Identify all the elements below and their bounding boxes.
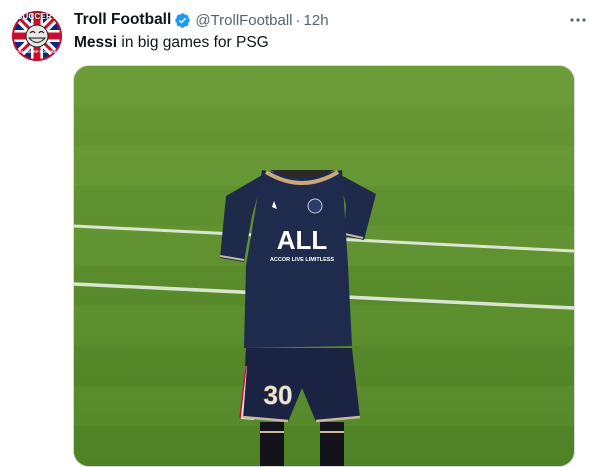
separator: · bbox=[295, 11, 301, 29]
avatar-text-bottom: ROYAL DERP FOOTBALL bbox=[12, 49, 62, 54]
more-options-icon[interactable] bbox=[566, 8, 590, 32]
avatar[interactable]: SUCCERT ROYAL DERP FOOTBALL bbox=[12, 11, 62, 61]
timestamp[interactable]: 12h bbox=[304, 12, 329, 29]
headless-jersey-photo: ALL ACCOR LIVE LIMITLESS 30 bbox=[74, 66, 574, 466]
tweet-text-rest: in big games for PSG bbox=[117, 34, 269, 51]
avatar-text-top: SUCCERT bbox=[16, 12, 58, 21]
shorts-number: 30 bbox=[264, 380, 293, 410]
jersey-sponsor-text: ALL bbox=[277, 225, 328, 255]
tweet[interactable]: SUCCERT ROYAL DERP FOOTBALL Troll Footba… bbox=[0, 0, 600, 467]
tweet-text: Messi in big games for PSG bbox=[74, 33, 269, 53]
handle[interactable]: @TrollFootball bbox=[195, 12, 292, 29]
tweet-text-bold: Messi bbox=[74, 34, 118, 51]
display-name[interactable]: Troll Football bbox=[74, 11, 171, 29]
jersey-sponsor-subtext: ACCOR LIVE LIMITLESS bbox=[270, 257, 335, 263]
tweet-header: Troll Football @TrollFootball · 12h bbox=[74, 10, 329, 30]
tweet-media-image[interactable]: ALL ACCOR LIVE LIMITLESS 30 bbox=[73, 65, 575, 467]
verified-badge-icon[interactable] bbox=[174, 12, 191, 29]
